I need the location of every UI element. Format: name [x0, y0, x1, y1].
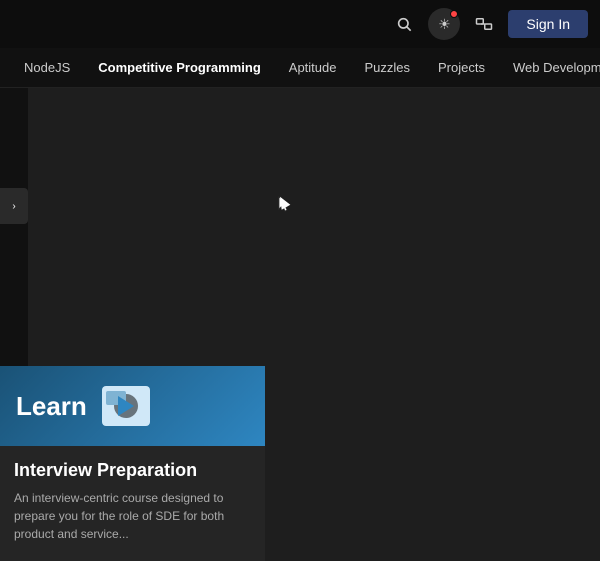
main-content: › Learn Interview Preparation An intervi… [0, 88, 600, 561]
play-circle [114, 394, 138, 418]
mouse-cursor [278, 196, 292, 210]
card-description: An interview-centric course designed to … [14, 489, 251, 543]
sidebar-arrow-icon: › [12, 201, 15, 212]
sidebar-item-partial[interactable]: › [0, 188, 28, 224]
nav-item-aptitude[interactable]: Aptitude [277, 54, 349, 81]
header-icons: ☀ Sign In [388, 8, 588, 40]
theme-icon: ☀ [438, 16, 451, 33]
nav-item-web-development[interactable]: Web Development [501, 54, 600, 81]
card-title: Interview Preparation [14, 460, 251, 481]
sign-in-button[interactable]: Sign In [508, 10, 588, 38]
play-triangle-icon [118, 396, 134, 416]
translate-button[interactable] [468, 8, 500, 40]
nav-item-nodejs[interactable]: NodeJS [12, 54, 82, 81]
card-info: Interview Preparation An interview-centr… [0, 446, 265, 561]
card-learn-label: Learn [16, 391, 87, 422]
notification-dot [450, 10, 458, 18]
nav-item-projects[interactable]: Projects [426, 54, 497, 81]
nav-item-competitive-programming[interactable]: Competitive Programming [86, 54, 273, 81]
header: ☀ Sign In [0, 0, 600, 48]
course-card[interactable]: Learn Interview Preparation An interview… [0, 366, 265, 561]
card-learn-banner: Learn [0, 366, 265, 446]
card-learn-icon [99, 379, 154, 434]
theme-toggle-button[interactable]: ☀ [428, 8, 460, 40]
search-button[interactable] [388, 8, 420, 40]
learn-illustration [102, 386, 150, 426]
navbar: NodeJS Competitive Programming Aptitude … [0, 48, 600, 88]
nav-item-puzzles[interactable]: Puzzles [352, 54, 422, 81]
